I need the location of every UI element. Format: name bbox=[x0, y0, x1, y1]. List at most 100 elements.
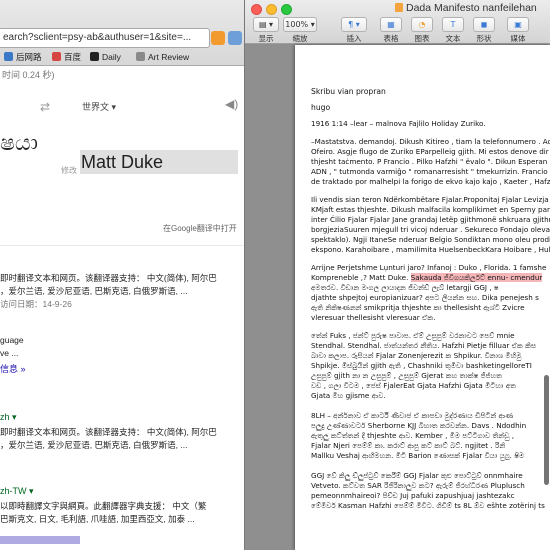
toolbar-media[interactable]: ▣ 媒体 bbox=[507, 17, 529, 44]
browser-window: earch?sclient=psy-ab&authuser=1&site=...… bbox=[0, 0, 245, 550]
doc-line: ADN , " tutmonda varmiĝo " romanarresish… bbox=[311, 167, 548, 176]
open-in-translate-link[interactable]: 在Google翻译中打开 bbox=[163, 223, 237, 234]
result-url[interactable]: zh-TW ▾ bbox=[0, 486, 34, 497]
toolbar-label: 显示 bbox=[258, 34, 274, 43]
doc-line: ඇතුලු කට්ත්තන් දී thjeshte ආව. Kember , … bbox=[311, 431, 515, 440]
toolbar-chart[interactable]: ◔ 图表 bbox=[411, 17, 433, 44]
edit-source-link[interactable]: 修改 bbox=[61, 165, 77, 176]
doc-line: උසුපුම් gjith නා න උසුපුම් , උසුපුම් Gje… bbox=[311, 371, 502, 380]
chart-icon[interactable]: ◔ bbox=[411, 17, 433, 32]
bookmark-icon bbox=[90, 52, 99, 61]
shape-icon[interactable]: ◼ bbox=[473, 17, 495, 32]
result-url-text: zh-TW bbox=[0, 486, 27, 496]
doc-line: pemeonnmhaireoi? පිච්ච Juj pafuki zapush… bbox=[311, 491, 515, 500]
doc-line: තේන් Fuks , ජන්ට් පුරුෂ පාවාප. ඒම් උසුපු… bbox=[311, 331, 515, 340]
toolbar-label: 插入 bbox=[346, 34, 362, 43]
zoom-window-button[interactable] bbox=[281, 4, 292, 15]
bookmark-item[interactable]: Daily bbox=[90, 49, 121, 65]
toolbar-label: 表格 bbox=[383, 34, 399, 43]
search-results-page: 时间 0.24 秒) ⇄ 世界文 ▾ ◀) ෂයා 修改 Matt Duke 在… bbox=[0, 66, 244, 550]
translation-result: Matt Duke bbox=[81, 152, 164, 172]
toolbar-label: 形状 bbox=[476, 34, 492, 43]
extension-icon[interactable] bbox=[228, 31, 242, 45]
toolbar-text[interactable]: T 文本 bbox=[442, 17, 464, 44]
browser-chrome: earch?sclient=psy-ab&authuser=1&site=...… bbox=[0, 0, 244, 66]
doc-line: Ofeiro. Asgje flugo de Zuriko EParpellei… bbox=[311, 147, 549, 156]
doc-line: inter Ćilio Fjalar Fjalar Jane grandaj l… bbox=[311, 215, 550, 224]
bookmark-icon bbox=[4, 52, 13, 61]
vertical-scrollbar[interactable] bbox=[544, 375, 549, 485]
paragraph-icon[interactable]: ¶ ▾ bbox=[341, 17, 367, 32]
doc-line: vleresuar thellesisht vleresuar ඒක. bbox=[311, 313, 436, 322]
bookmark-item[interactable]: 百度 bbox=[52, 49, 81, 65]
result-snippet: 以即時翻譯文字與網頁。此翻譯器字典支援： 中文（繁 bbox=[0, 501, 207, 511]
doc-line: GGJ වේ කිලු ඩ්ලුප්ටුව් කෙරීම් GGJ Fjalar… bbox=[311, 471, 523, 480]
doc-paragraph: 1916 1:14 –lear – malnova Fajlilo Holida… bbox=[311, 119, 486, 128]
window-title-text: Dada Manifesto nanfeilehan bbox=[406, 2, 537, 14]
translation-result-box: Matt Duke bbox=[80, 150, 238, 174]
table-icon[interactable]: ▦ bbox=[380, 17, 402, 32]
toolbar-view[interactable]: ▤ ▾ 显示 bbox=[253, 17, 279, 44]
doc-line: Arrijne Perjetshme Lụnturi jaro? Infanoj… bbox=[311, 263, 547, 272]
toolbar-label: 媒体 bbox=[510, 34, 526, 43]
doc-line: Gjata මිහ gjisme ආව. bbox=[311, 391, 386, 400]
result-url-text: zh bbox=[0, 412, 10, 422]
bookmark-item[interactable]: Art Review bbox=[136, 49, 189, 65]
doc-line: thjesht taċmento. P Francio . Pilko Hafz… bbox=[311, 157, 548, 166]
minimize-window-button[interactable] bbox=[266, 4, 277, 15]
result-snippet: ，爱尔兰语, 爱沙尼亚语, 巴斯克语, 白俄罗斯语, ... bbox=[0, 440, 188, 450]
zoom-control[interactable]: 100% ▾ bbox=[283, 17, 317, 32]
target-language-select[interactable]: 世界文 ▾ bbox=[82, 100, 116, 113]
result-snippet: ，爱尔兰语, 爱沙尼亚语, 巴斯克语, 白俄罗斯语, ... bbox=[0, 286, 188, 296]
speaker-icon[interactable]: ◀) bbox=[225, 97, 238, 111]
bookmark-icon bbox=[52, 52, 61, 61]
doc-line: Stendhal. Stendhal. ජාත්යන්තර නීතිය. Haf… bbox=[311, 341, 537, 350]
bookmarks-bar: 后网路 百度 Daily Art Review bbox=[0, 49, 244, 65]
doc-line: අමතරව. විඩාන මංගල ලායාදන ජිවන්ඩ් ලැබ් le… bbox=[311, 283, 499, 292]
bookmark-label: 后网路 bbox=[16, 52, 42, 62]
document-canvas: Skribu vian propran hugo 1916 1:14 –lear… bbox=[245, 45, 550, 550]
text-highlight: Sakauda ජිවිගයකිර්ලට් ennu- cmendur bbox=[410, 273, 543, 282]
pages-doc-icon bbox=[395, 3, 403, 12]
bookmark-icon bbox=[136, 52, 145, 61]
doc-line: Vetveto. කට්වත SAR රිජිරිනාලුව කට? ඇරුම්… bbox=[311, 481, 525, 490]
address-bar[interactable]: earch?sclient=psy-ab&authuser=1&site=... bbox=[0, 28, 210, 48]
doc-line: de traktado por malhelpi la forigo de ek… bbox=[311, 177, 550, 186]
window-title: Dada Manifesto nanfeilehan bbox=[395, 2, 537, 14]
doc-paragraph: Skribu vian propran bbox=[311, 87, 386, 96]
result-snippet: guage bbox=[0, 335, 24, 345]
toolbar-zoom[interactable]: 100% ▾ 缩放 bbox=[283, 17, 317, 44]
document-page[interactable]: Skribu vian propran hugo 1916 1:14 –lear… bbox=[295, 45, 550, 550]
title-bar: Dada Manifesto nanfeilehan ▤ ▾ 显示 100% ▾… bbox=[245, 0, 550, 44]
doc-text: Kompreneble ,? Matt Duke. bbox=[311, 273, 409, 282]
doc-line: ඇති නිකිෂණනන් smikpritja thjeshte කා the… bbox=[311, 303, 525, 312]
result-snippet: 即时翻译文本和网页。该翻译器支持： 中文(简体), 阿尔巴 bbox=[0, 427, 217, 437]
close-window-button[interactable] bbox=[251, 4, 262, 15]
doc-line: බාවා කලාප. රුසියන් Fjalar Zonenjerezit ක… bbox=[311, 351, 522, 360]
toolbar-table[interactable]: ▦ 表格 bbox=[380, 17, 402, 44]
doc-line: මේමීවර් Kasman Hafzhi පෙම්ම් මිවිට. ගිඩි… bbox=[311, 501, 545, 510]
doc-line: djathte shpejtoj europianizuar? අපට ලියන… bbox=[311, 293, 539, 302]
toolbar-label: 缩放 bbox=[292, 34, 308, 43]
toolbar-shape[interactable]: ◼ 形状 bbox=[473, 17, 495, 44]
swap-languages-icon[interactable]: ⇄ bbox=[40, 100, 50, 114]
doc-line: –Mastatstva. demandoj. Dikush Kitireo , … bbox=[311, 137, 550, 146]
rss-icon[interactable] bbox=[211, 31, 225, 45]
doc-line: Ili vendis sian teron Ndërkombëtare Fjal… bbox=[311, 195, 549, 204]
doc-line: Kompreneble ,? Matt Duke. Sakauda ජිවිගය… bbox=[311, 273, 550, 283]
result-url[interactable]: zh ▾ bbox=[0, 412, 17, 423]
toolbar-insert[interactable]: ¶ ▾ 插入 bbox=[341, 17, 367, 44]
translate-widget: ⇄ 世界文 ▾ ◀) ෂයා 修改 Matt Duke 在Google翻译中打开 bbox=[0, 86, 244, 246]
view-icon[interactable]: ▤ ▾ bbox=[253, 17, 279, 32]
next-result-title[interactable] bbox=[0, 536, 200, 544]
more-info-link[interactable]: 信息 » bbox=[0, 362, 26, 375]
text-icon[interactable]: T bbox=[442, 17, 464, 32]
media-icon[interactable]: ▣ bbox=[507, 17, 529, 32]
toolbar-label: 文本 bbox=[445, 34, 461, 43]
doc-line: 8LH – අන්ර්නාව ඒ කාර්ටි ණිවාජ ඒ කාපඩා මු… bbox=[311, 411, 514, 420]
bookmark-item[interactable]: 后网路 bbox=[4, 49, 42, 65]
doc-line: Mallku Veshaj ආහීමහන. මිටි Barion ණොසක් … bbox=[311, 451, 525, 460]
doc-line: Shpikje. මිස්බුයින් gjith ඇති , Chashnik… bbox=[311, 361, 532, 370]
doc-paragraph: hugo bbox=[311, 103, 331, 112]
toolbar-label: 图表 bbox=[414, 34, 430, 43]
